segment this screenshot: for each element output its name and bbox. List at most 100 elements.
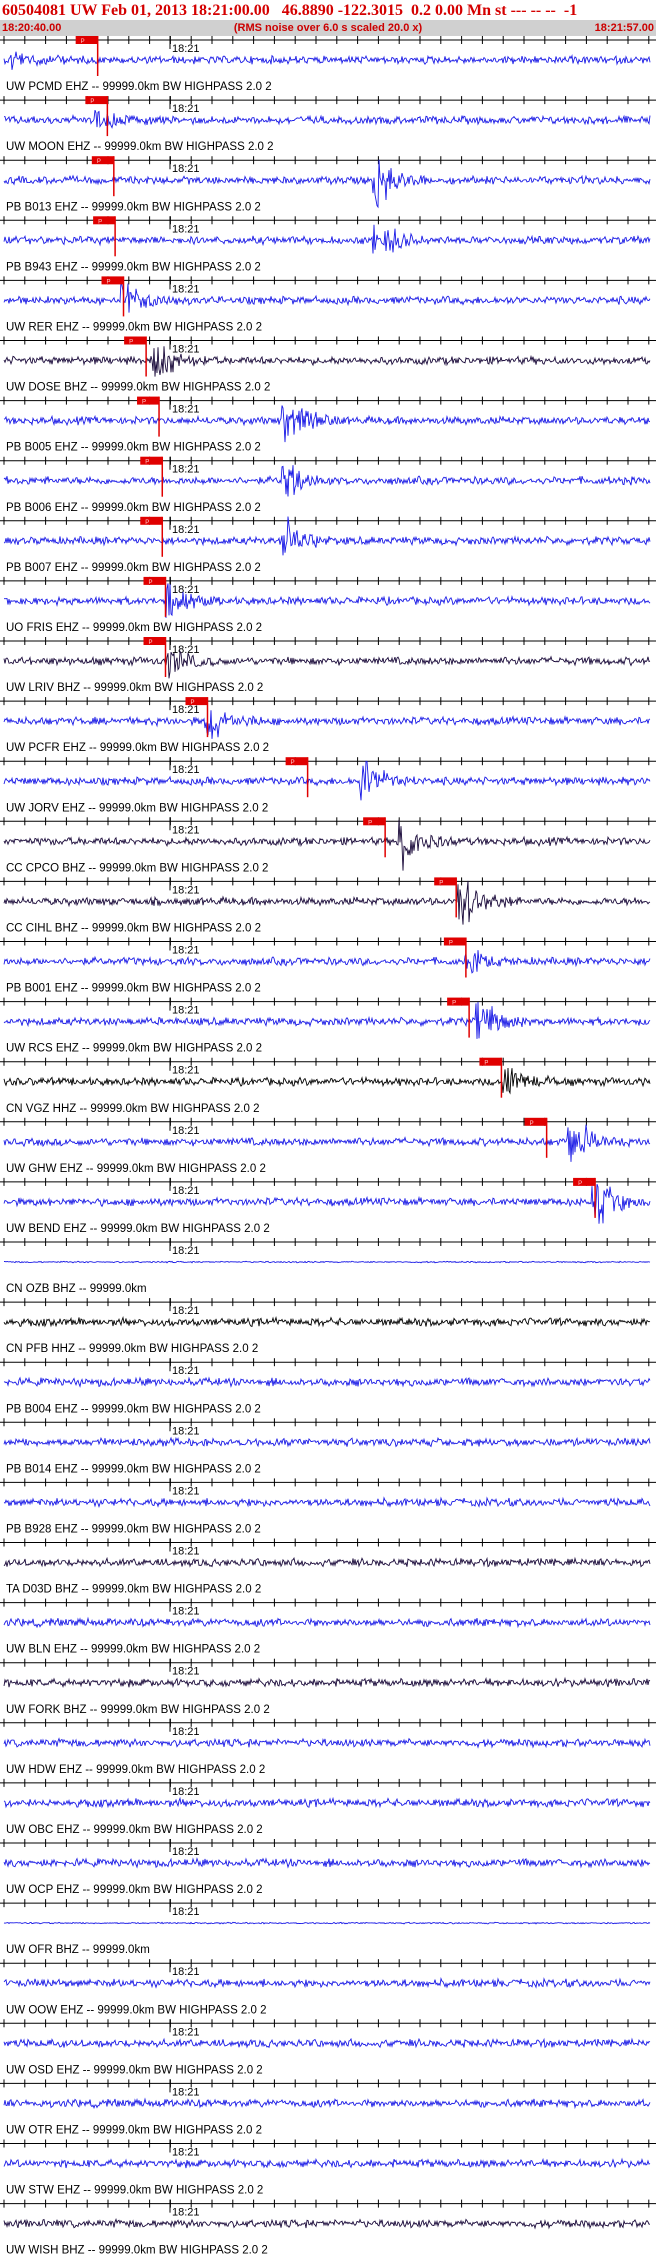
trace-row: 18:21 P UW JORV EHZ -- 99999.0km BW HIGHPA… [0,757,656,814]
pick-label: P [149,580,153,586]
time-tick-label: 18:21 [172,223,200,235]
time-tick-label: 18:21 [172,1606,200,1618]
pick-flag [91,156,114,165]
trace-row: 18:21 TA D03D BHZ -- 99999.0km BW HIGHPAS… [0,1538,656,1596]
pick-label: P [107,279,111,285]
time-tick-label: 18:21 [172,584,200,596]
channel-label: UW BLN EHZ -- 99999.0km BW HIGHPASS 2.0 … [6,1644,260,1656]
waveform [4,583,651,618]
waveform [3,224,651,254]
pick-label: P [129,340,133,346]
time-tick-label: 18:21 [172,163,200,175]
trace-row: 18:21 PB B928 EHZ -- 99999.0km BW HIGHPAS… [0,1478,656,1536]
waveform [3,760,651,801]
channel-label: PB B004 EHZ -- 99999.0km BW HIGHPASS 2.0… [6,1403,261,1415]
trace-row: 18:21 P PB B005 EHZ -- 99999.0km BW HIGHPA… [0,396,656,454]
time-tick-label: 18:21 [172,1305,200,1317]
pick-flag [285,757,308,766]
time-tick-label: 18:21 [172,344,200,356]
time-tick-label: 18:21 [172,2147,200,2159]
trace-row: 18:21 UW OFR BHZ -- 99999.0km [0,1899,656,1956]
trace-row: 18:21 PB B014 EHZ -- 99999.0km BW HIGHPAS… [0,1418,656,1475]
channel-label: PB B013 EHZ -- 99999.0km BW HIGHPASS 2.0… [6,201,261,213]
channel-label: UW FORK BHZ -- 99999.0km BW HIGHPASS 2.0… [6,1704,270,1716]
channel-label: UW JORV EHZ -- 99999.0km BW HIGHPASS 2.0… [6,802,268,814]
channel-label: UW LRIV BHZ -- 99999.0km BW HIGHPASS 2.0… [6,682,263,694]
channel-label: PB B014 EHZ -- 99999.0km BW HIGHPASS 2.0… [6,1463,261,1475]
trace-row: 18:21 UW HDW EHZ -- 99999.0km BW HIGHPASS… [0,1718,656,1776]
channel-label: PB B007 EHZ -- 99999.0km BW HIGHPASS 2.0… [6,562,261,574]
channel-label: UW OBC EHZ -- 99999.0km BW HIGHPASS 2.0 … [6,1824,263,1836]
channel-label: UO FRIS EHZ -- 99999.0km BW HIGHPASS 2.0… [6,622,262,634]
pick-flag [434,877,457,886]
waveform [3,1436,651,1448]
pick-flag [447,997,470,1006]
waveform [3,1496,651,1508]
trace-row: 18:21 UW OBC EHZ -- 99999.0km BW HIGHPASS… [0,1778,656,1836]
time-tick-label: 18:21 [172,1966,200,1978]
time-tick-label: 18:21 [172,1365,200,1377]
trace-row: 18:21 P CN VGZ HHZ -- 99999.0km BW HIGHPAS… [0,1057,656,1115]
trace-row: 18:21 CN OZB BHZ -- 99999.0km [0,1238,656,1295]
trace-row: 18:21 P PB B001 EHZ -- 99999.0km BW HIGHPA… [0,937,656,995]
pick-label: P [291,760,295,766]
channel-label: UW MOON EHZ -- 99999.0km BW HIGHPASS 2.0… [6,141,274,153]
pick-flag [363,817,386,826]
time-tick-label: 18:21 [172,524,200,536]
waveform [3,51,651,70]
pick-flag [124,336,147,345]
channel-label: PB B005 EHZ -- 99999.0km BW HIGHPASS 2.0… [6,442,261,454]
trace-row: 18:21 P PB B013 EHZ -- 99999.0km BW HIGHPA… [0,156,656,213]
channel-label: CN OZB BHZ -- 99999.0km [6,1283,147,1295]
pick-flag [140,456,163,465]
time-tick-label: 18:21 [172,1185,200,1197]
pick-flag [101,276,124,285]
channel-label: PB B006 EHZ -- 99999.0km BW HIGHPASS 2.0… [6,502,261,514]
waveform [3,880,651,925]
channel-label: PB B928 EHZ -- 99999.0km BW HIGHPASS 2.0… [6,1524,261,1536]
trace-row: 18:21 P UW MOON EHZ -- 99999.0km BW HIGHPA… [0,96,656,153]
trace-row: 18:21 UW STW EHZ -- 99999.0km BW HIGHPASS… [0,2139,656,2197]
channel-label: PB B001 EHZ -- 99999.0km BW HIGHPASS 2.0… [6,983,261,995]
trace-row: 18:21 UW OTR EHZ -- 99999.0km BW HIGHPASS… [0,2079,656,2137]
trace-row: 18:21 UW FORK BHZ -- 99999.0km BW HIGHPAS… [0,1658,656,1716]
trace-row: 18:21P UW PCFR EHZ -- 99999.0km BW HIGHPA… [0,697,656,754]
pick-label: P [145,520,149,526]
pick-flag [75,36,98,44]
channel-label: UW OCP EHZ -- 99999.0km BW HIGHPASS 2.0 … [6,1884,262,1896]
channel-label: TA D03D BHZ -- 99999.0km BW HIGHPASS 2.0… [6,1584,261,1596]
waveform [3,109,651,129]
channel-label: PB B943 EHZ -- 99999.0km BW HIGHPASS 2.0… [6,261,261,273]
channel-label: CC CIHL BHZ -- 99999.0km BW HIGHPASS 2.0… [6,923,261,935]
channel-label: CN PFB HHZ -- 99999.0km BW HIGHPASS 2.0 … [6,1343,258,1355]
pick-label: P [368,820,372,826]
pick-flag [93,216,116,225]
channel-label: UW PCFR EHZ -- 99999.0km BW HIGHPASS 2.0… [6,742,269,754]
time-tick-label: 18:21 [172,1065,200,1077]
channel-label: UW RCS EHZ -- 99999.0km BW HIGHPASS 2.0 … [6,1043,262,1055]
channel-label: UW OOW EHZ -- 99999.0km BW HIGHPASS 2.0 … [6,2004,267,2016]
waveform [3,649,651,679]
waveform [3,1977,651,1989]
waveform [3,516,651,556]
trace-row: 18:21 PB B004 EHZ -- 99999.0km BW HIGHPAS… [0,1358,656,1415]
channel-label: UW RER EHZ -- 99999.0km BW HIGHPASS 2.0 … [6,322,262,334]
trace-row: 18:21 CN PFB HHZ -- 99999.0km BW HIGHPASS… [0,1298,656,1355]
pick-label: P [142,400,146,406]
pick-label: P [530,1121,534,1127]
channel-label: UW WISH BHZ -- 99999.0km BW HIGHPASS 2.0… [6,2245,268,2257]
waveform [3,280,651,313]
pick-flag [85,96,108,105]
pick-flag [140,516,163,525]
trace-row: 18:21 UW OCP EHZ -- 99999.0km BW HIGHPASS… [0,1839,656,1896]
pick-flag [137,396,160,405]
trace-row: 18:21 P CC CIHL BHZ -- 99999.0km BW HIGHPA… [0,877,656,935]
trace-row: 18:21 P CC CPCO BHZ -- 99999.0km BW HIGHPA… [0,817,656,874]
waveform [3,1376,651,1388]
trace-row: 18:21 P UW BEND EHZ -- 99999.0km BW HIGHPA… [0,1177,656,1235]
trace-row: 18:21 UW WISH BHZ -- 99999.0km BW HIGHPAS… [0,2199,656,2257]
channel-label: CC CPCO BHZ -- 99999.0km BW HIGHPASS 2.0… [6,862,268,874]
time-tick-label: 18:21 [172,1546,200,1558]
pick-label: P [578,1181,582,1187]
waveform [3,1676,651,1688]
